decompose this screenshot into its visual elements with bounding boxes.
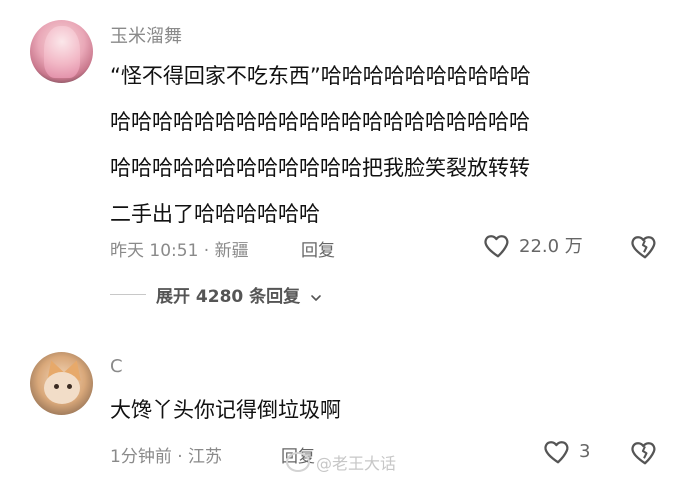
comment-username[interactable]: 玉米溜舞: [110, 22, 182, 48]
like-count: 22.0 万: [519, 236, 583, 257]
watermark-text: @老王大话: [316, 454, 397, 473]
comment-text: “怪不得回家不吃东西”哈哈哈哈哈哈哈哈哈哈 哈哈哈哈哈哈哈哈哈哈哈哈哈哈哈哈哈哈…: [110, 53, 670, 237]
expand-replies[interactable]: 展开 4280 条回复: [110, 282, 322, 307]
like-button[interactable]: 3: [543, 436, 590, 466]
watermark: @老王大话: [286, 450, 396, 474]
broken-heart-icon: [630, 231, 660, 261]
dislike-button[interactable]: [630, 437, 660, 471]
avatar[interactable]: [30, 352, 93, 415]
dislike-button[interactable]: [630, 231, 660, 265]
like-button[interactable]: 22.0 万: [483, 230, 583, 260]
expand-replies-label: 展开 4280 条回复: [156, 287, 301, 307]
avatar[interactable]: [30, 20, 93, 83]
chevron-down-icon: [310, 289, 322, 301]
weibo-logo-icon: [286, 452, 310, 472]
comment-text-line: 哈哈哈哈哈哈哈哈哈哈哈哈把我脸笑裂放转转: [110, 156, 530, 180]
comment-text-line: “怪不得回家不吃东西”哈哈哈哈哈哈哈哈哈哈: [110, 64, 531, 88]
comment-username[interactable]: C: [110, 356, 123, 377]
like-count: 3: [579, 440, 591, 462]
broken-heart-icon: [630, 437, 660, 467]
heart-outline-icon: [483, 230, 513, 260]
comment-text-line: 二手出了哈哈哈哈哈哈: [110, 202, 320, 226]
heart-outline-icon: [543, 436, 573, 466]
comment-text: 大馋丫头你记得倒垃圾啊: [110, 398, 341, 422]
comment-meta: 1分钟前 · 江苏: [110, 447, 223, 467]
comment-text-line: 哈哈哈哈哈哈哈哈哈哈哈哈哈哈哈哈哈哈哈哈: [110, 110, 530, 134]
comment-meta: 昨天 10:51 · 新疆: [110, 241, 249, 261]
reply-button[interactable]: 回复: [301, 236, 335, 261]
divider: [110, 294, 146, 295]
